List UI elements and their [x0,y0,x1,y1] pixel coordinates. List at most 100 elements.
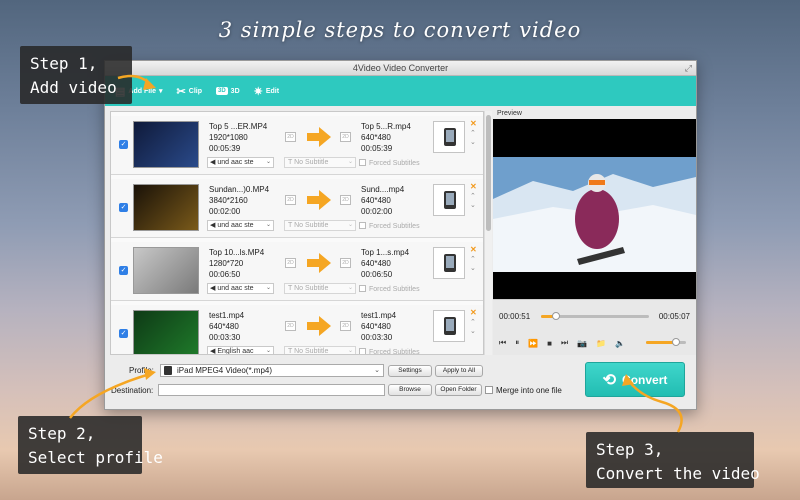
merge-label: Merge into one file [496,386,562,395]
output-2d-badge: 2D [340,132,351,142]
file-row[interactable]: ✓ test1.mp4 640*480 00:03:30 2D 2D test1… [111,305,483,355]
audio-track-select[interactable]: ◀ und aac ste ⌄ [207,220,274,231]
audio-track-select[interactable]: ◀ English aac ⌄ [207,346,274,355]
source-duration: 00:05:39 [209,144,241,153]
fullscreen-icon[interactable]: ⤢ [685,61,692,76]
forced-subtitles-box[interactable] [359,285,366,292]
output-2d-badge: 2D [340,258,351,268]
audio-track-value: und aac ste [217,285,254,292]
chevron-down-icon: ⌄ [347,159,353,165]
chevron-down-icon[interactable]: ▾ [159,87,163,95]
previous-icon[interactable]: ⏮ [499,338,506,348]
skier-figure [575,189,619,249]
file-row[interactable]: ✓ Top 5 ...ER.MP4 1920*1080 00:05:39 2D … [111,116,483,175]
move-up-icon[interactable]: ⌃ [470,255,476,263]
move-down-icon[interactable]: ⌄ [470,138,476,146]
audio-track-select[interactable]: ◀ und aac ste ⌄ [207,157,274,168]
profile-select[interactable]: iPad MPEG4 Video(*.mp4) ⌄ [160,364,384,377]
chevron-down-icon: ⌄ [347,285,353,291]
forced-subtitles-checkbox[interactable]: Forced Subtitles [359,348,420,354]
subtitle-select[interactable]: T No Subtitle ⌄ [284,157,356,168]
subtitle-select[interactable]: T No Subtitle ⌄ [284,346,356,354]
forced-subtitles-checkbox[interactable]: Forced Subtitles [359,222,420,230]
volume-slider-handle[interactable] [672,338,680,346]
scrollbar-thumb[interactable] [486,115,491,231]
merge-checkbox-box[interactable] [485,386,493,394]
file-row-checkbox[interactable]: ✓ [119,329,128,338]
forced-subtitles-checkbox[interactable]: Forced Subtitles [359,159,420,167]
file-row-checkbox[interactable]: ✓ [119,266,128,275]
speaker-icon: ◀ [210,348,216,355]
browse-button[interactable]: Browse [388,384,432,396]
move-down-icon[interactable]: ⌄ [470,264,476,272]
audio-track-value: und aac ste [217,159,254,166]
remove-icon[interactable]: ✕ [470,182,477,191]
3d-label: 3D [230,87,240,95]
move-up-icon[interactable]: ⌃ [470,318,476,326]
subtitle-select[interactable]: T No Subtitle ⌄ [284,220,356,231]
source-file-name: Top 10...ls.MP4 [209,248,265,257]
output-resolution: 640*480 [361,196,391,205]
file-row-checkbox[interactable]: ✓ [119,203,128,212]
source-duration: 00:02:00 [209,207,241,216]
speaker-icon: ◀ [210,285,216,292]
move-up-icon[interactable]: ⌃ [470,129,476,137]
preview-video [493,119,696,299]
convert-arrow-icon [307,316,331,336]
ipad-icon [164,366,172,375]
preview-label: Preview [497,110,522,117]
next-icon[interactable]: ⏭ [561,338,568,348]
forced-subtitles-checkbox[interactable]: Forced Subtitles [359,285,420,293]
forced-subtitles-label: Forced Subtitles [369,160,420,167]
audio-track-select[interactable]: ◀ und aac ste ⌄ [207,283,274,294]
stop-icon[interactable]: ■ [547,339,552,348]
seek-bar-handle[interactable] [552,312,561,320]
output-2d-badge: 2D [340,195,351,205]
seek-bar[interactable] [541,312,649,320]
volume-slider[interactable] [646,338,686,346]
apply-to-all-button[interactable]: Apply to All [435,365,483,377]
pause-icon[interactable]: ⏸ [515,338,519,348]
chevron-down-icon: ⌄ [265,285,271,291]
move-down-icon[interactable]: ⌄ [470,201,476,209]
forward-icon[interactable]: ⏩ [528,339,538,348]
source-resolution: 3840*2160 [209,196,248,205]
move-down-icon[interactable]: ⌄ [470,327,476,335]
volume-icon[interactable]: 🔈 [615,339,625,348]
file-row[interactable]: ✓ Top 10...ls.MP4 1280*720 00:06:50 2D 2… [111,242,483,301]
remove-icon[interactable]: ✕ [470,308,477,317]
open-folder-button[interactable]: Open Folder [435,384,482,396]
ipad-icon [444,128,456,146]
subtitle-select[interactable]: T No Subtitle ⌄ [284,283,356,294]
subtitle-icon: T [288,159,293,166]
file-row-checkbox[interactable]: ✓ [119,140,128,149]
destination-input[interactable] [158,384,385,396]
destination-label: Destination: [111,386,154,395]
merge-checkbox[interactable]: Merge into one file [485,386,562,395]
convert-button[interactable]: ⟲ Convert [585,362,685,397]
file-list-scrollbar[interactable] [484,111,492,355]
settings-button[interactable]: Settings [388,365,432,377]
remove-icon[interactable]: ✕ [470,245,477,254]
forced-subtitles-box[interactable] [359,159,366,166]
output-profile-button[interactable] [433,121,465,153]
callout-step-2-line-2: Select profile [28,448,163,467]
move-up-icon[interactable]: ⌃ [470,192,476,200]
forced-subtitles-box[interactable] [359,348,366,354]
clip-button[interactable]: ✂ Clip [177,85,202,98]
output-profile-button[interactable] [433,247,465,279]
output-profile-button[interactable] [433,184,465,216]
forced-subtitles-box[interactable] [359,222,366,229]
ipad-icon [444,317,456,335]
convert-icon: ⟲ [602,371,617,389]
source-info: Sundan...)0.MP4 3840*2160 00:02:00 [209,184,269,217]
folder-icon[interactable]: 📁 [596,339,606,348]
3d-button[interactable]: 3D 3D [216,87,240,95]
remove-icon[interactable]: ✕ [470,119,477,128]
source-2d-badge: 2D [285,321,296,331]
file-row[interactable]: ✓ Sundan...)0.MP4 3840*2160 00:02:00 2D … [111,179,483,238]
output-profile-button[interactable] [433,310,465,342]
snapshot-icon[interactable]: 📷 [577,339,587,348]
edit-button[interactable]: ✷ Edit [254,85,279,98]
title-bar: 4Video Video Converter ⤢ [105,61,696,76]
